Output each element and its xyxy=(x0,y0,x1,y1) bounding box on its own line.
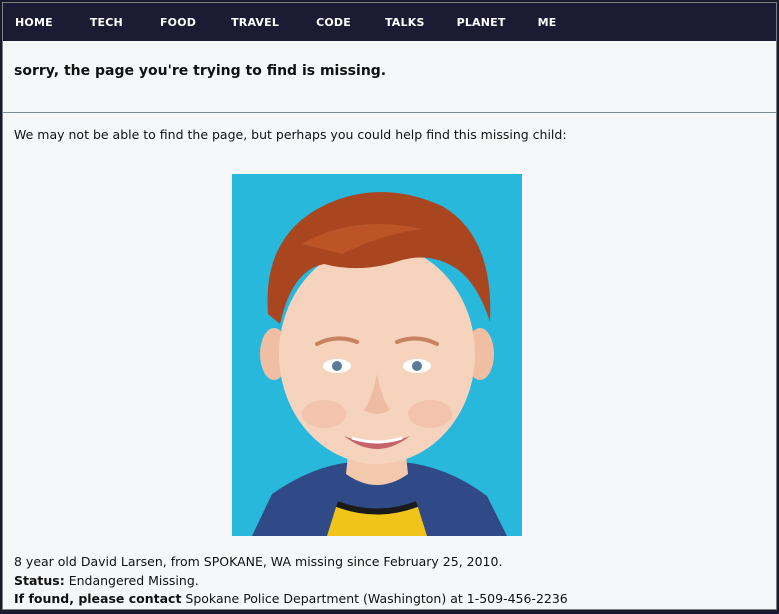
child-portrait-image xyxy=(232,174,522,536)
top-nav: HOME TECH FOOD TRAVEL CODE TALKS PLANET … xyxy=(3,3,776,41)
nav-travel[interactable]: TRAVEL xyxy=(231,16,279,29)
contact-value: Spokane Police Department (Washington) a… xyxy=(185,591,568,606)
error-header: sorry, the page you're trying to find is… xyxy=(3,41,776,113)
page-frame: HOME TECH FOOD TRAVEL CODE TALKS PLANET … xyxy=(2,2,777,610)
page-title: sorry, the page you're trying to find is… xyxy=(14,63,387,79)
child-description: 8 year old David Larsen, from SPOKANE, W… xyxy=(14,554,503,569)
status-value: Endangered Missing. xyxy=(68,572,199,588)
nav-me[interactable]: ME xyxy=(538,16,557,29)
nav-tech[interactable]: TECH xyxy=(90,16,123,29)
nav-home[interactable]: HOME xyxy=(15,16,53,29)
nav-food[interactable]: FOOD xyxy=(160,16,196,29)
nav-code[interactable]: CODE xyxy=(316,16,351,29)
nav-planet[interactable]: PLANET xyxy=(457,16,506,29)
missing-child-photo xyxy=(232,174,522,536)
nav-talks[interactable]: TALKS xyxy=(385,16,425,29)
contact-label: If found, please contact xyxy=(14,591,182,606)
main-content: We may not be able to find the page, but… xyxy=(3,113,776,143)
status-label: Status: xyxy=(14,572,65,588)
intro-text: We may not be able to find the page, but… xyxy=(14,127,567,142)
status-line: Status: Endangered Missing. xyxy=(14,572,568,591)
child-details: 8 year old David Larsen, from SPOKANE, W… xyxy=(14,553,568,609)
contact-line: If found, please contact Spokane Police … xyxy=(14,590,568,609)
